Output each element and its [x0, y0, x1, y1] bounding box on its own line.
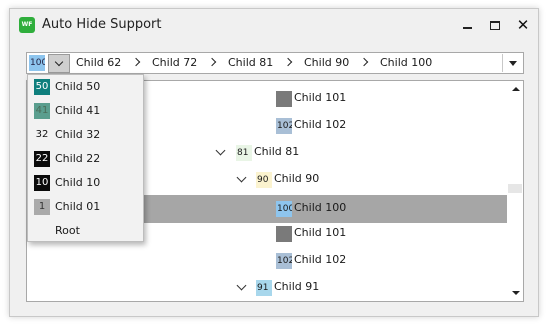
node-color-icon: 91 [256, 280, 272, 296]
minimize-icon [462, 27, 472, 29]
node-color-icon: 1 [34, 199, 50, 215]
chevron-down-icon [54, 57, 64, 67]
scroll-up-arrow-icon[interactable] [512, 87, 520, 91]
popup-item-label: Child 10 [55, 176, 101, 189]
node-color-icon: 22 [34, 151, 50, 167]
chevron-right-icon[interactable] [131, 57, 141, 67]
popup-item-label: Root [55, 224, 80, 237]
breadcrumb-history-popup: 50 Child 50 41 Child 41 32 Child 32 22 C… [27, 74, 144, 242]
tree-row-label: Child 100 [294, 201, 347, 214]
popup-item-child-50[interactable]: 50 Child 50 [28, 75, 143, 99]
breadcrumb-item-child-72[interactable]: Child 72 [152, 56, 197, 69]
tree-row[interactable]: 102 Child 102 [27, 250, 507, 272]
node-color-icon: 41 [34, 103, 50, 119]
node-color-icon: 100 [276, 201, 292, 217]
chevron-right-icon[interactable] [283, 57, 293, 67]
popup-item-label: Child 32 [55, 128, 101, 141]
popup-item-label: Child 22 [55, 152, 101, 165]
chevron-down-icon[interactable] [236, 280, 247, 291]
window-title: Auto Hide Support [42, 17, 162, 32]
app-logo-icon: WF [19, 17, 35, 33]
minimize-button[interactable] [456, 15, 478, 35]
breadcrumb-item-child-90[interactable]: Child 90 [304, 56, 349, 69]
tree-row-label: Child 81 [254, 145, 300, 158]
tree-row-label: Child 90 [274, 172, 320, 185]
node-color-icon: 90 [256, 172, 272, 188]
node-color-icon: 50 [34, 79, 50, 95]
node-color-icon [34, 223, 50, 239]
node-color-icon [276, 91, 292, 107]
tree-row[interactable]: 91 Child 91 [27, 277, 507, 299]
popup-item-child-01[interactable]: 1 Child 01 [28, 195, 143, 219]
breadcrumb-item-child-62[interactable]: Child 62 [76, 56, 121, 69]
popup-item-label: Child 01 [55, 200, 101, 213]
close-icon: ✕ [516, 15, 530, 34]
tree-row-label: Child 102 [294, 118, 347, 131]
close-button[interactable]: ✕ [512, 15, 534, 35]
breadcrumb-item-child-81[interactable]: Child 81 [228, 56, 273, 69]
breadcrumb-history-toggle[interactable] [48, 54, 70, 73]
dropdown-arrow-icon [508, 60, 517, 66]
popup-item-child-41[interactable]: 41 Child 41 [28, 99, 143, 123]
breadcrumb-current-node-icon[interactable]: 100 [29, 55, 45, 71]
maximize-icon [490, 20, 500, 30]
breadcrumb: 100 Child 62 Child 72 Child 81 Child 90 … [26, 52, 524, 74]
popup-item-label: Child 50 [55, 80, 101, 93]
chevron-right-icon[interactable] [207, 57, 217, 67]
breadcrumb-item-child-100[interactable]: Child 100 [380, 56, 432, 69]
tree-row-label: Child 102 [294, 253, 347, 266]
node-color-icon: 81 [236, 145, 252, 161]
tree-row-label: Child 91 [274, 280, 320, 293]
tree-row-label: Child 101 [294, 226, 347, 239]
popup-item-child-32[interactable]: 32 Child 32 [28, 123, 143, 147]
breadcrumb-dropdown-button[interactable] [502, 54, 522, 72]
node-color-icon: 32 [35, 129, 49, 140]
chevron-down-icon[interactable] [236, 172, 247, 183]
popup-item-child-22[interactable]: 22 Child 22 [28, 147, 143, 171]
maximize-button[interactable] [484, 15, 506, 35]
popup-item-label: Child 41 [55, 104, 101, 117]
vertical-scrollbar-thumb[interactable] [508, 184, 522, 193]
chevron-right-icon[interactable] [359, 57, 369, 67]
chevron-down-icon[interactable] [215, 145, 226, 156]
popup-item-root[interactable]: Root [28, 219, 143, 243]
tree-row-label: Child 101 [294, 91, 347, 104]
scroll-down-arrow-icon[interactable] [512, 291, 520, 295]
popup-item-child-10[interactable]: 10 Child 10 [28, 171, 143, 195]
node-color-icon: 102 [276, 253, 292, 269]
node-color-icon [276, 226, 292, 242]
node-color-icon: 102 [276, 118, 292, 134]
title-bar[interactable]: WF Auto Hide Support ✕ [10, 9, 538, 43]
node-color-icon: 10 [34, 175, 50, 191]
